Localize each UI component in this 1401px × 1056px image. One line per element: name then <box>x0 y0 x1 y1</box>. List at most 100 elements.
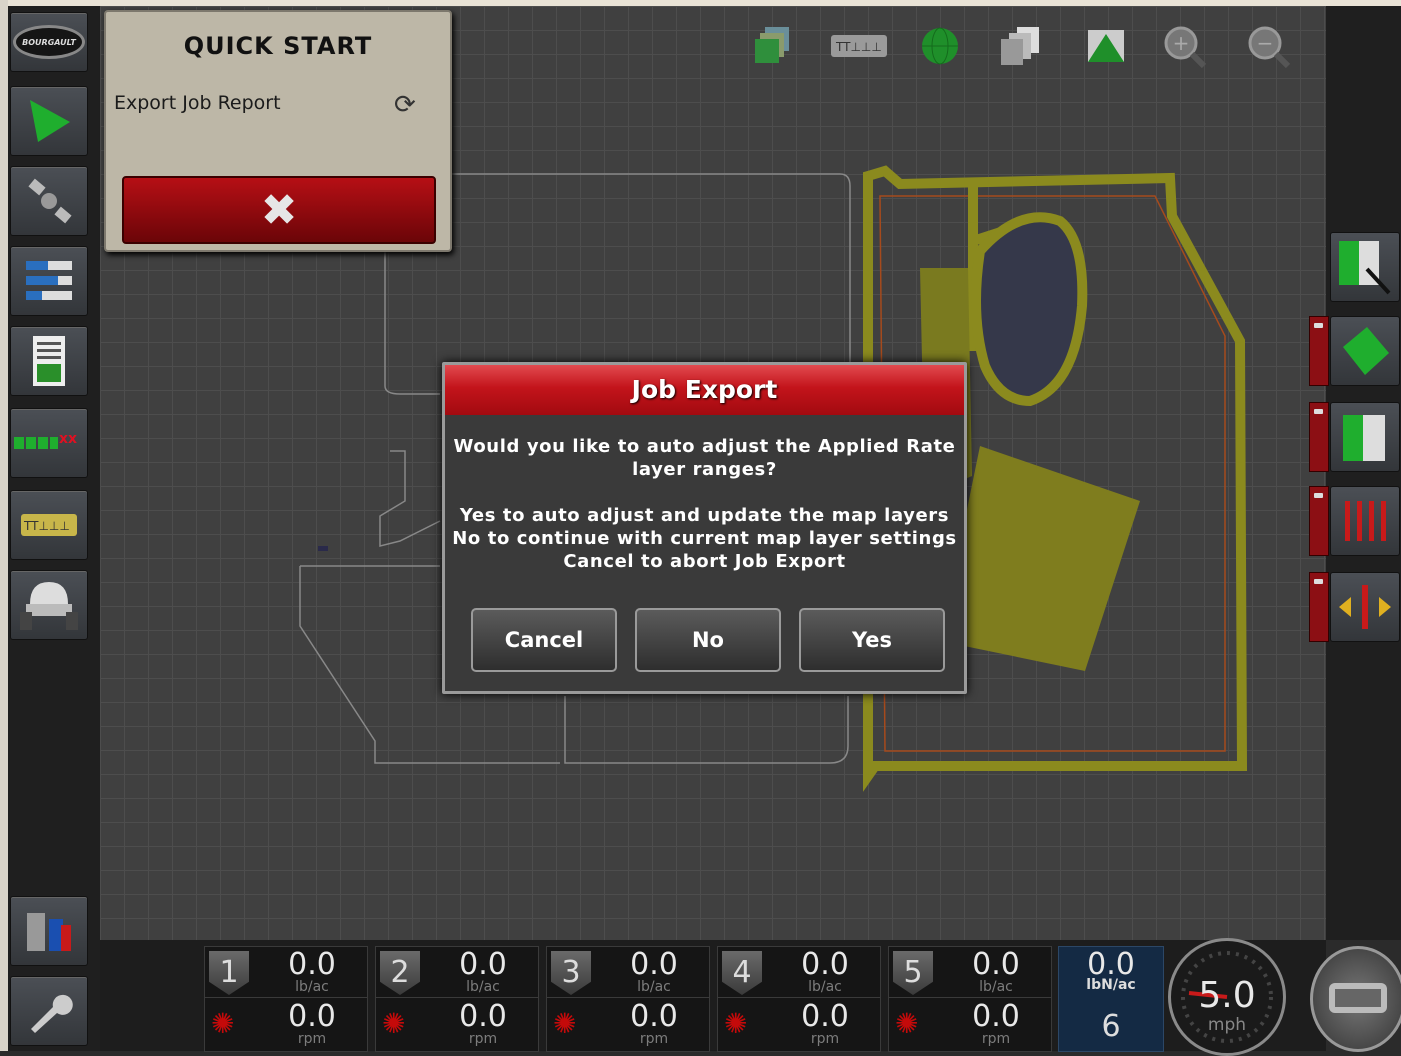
rate-summary-box[interactable]: 0.0 lbN/ac 6 <box>1058 946 1164 1052</box>
layers-list-icon <box>26 261 72 300</box>
meter-gear-icon: ✺ <box>724 1007 748 1040</box>
meter-gear-icon: ✺ <box>211 1007 235 1040</box>
speed-value: 5.0 <box>1198 975 1256 1016</box>
rate-summary-unit: lbN/ac <box>1086 977 1136 993</box>
section-5[interactable]: 5 0.0 lb/ac ✺ 0.0 rpm <box>888 946 1052 1052</box>
svg-text:TT⊥⊥⊥: TT⊥⊥⊥ <box>835 40 882 54</box>
section-rate: 0.0 <box>288 947 336 982</box>
quick-start-panel: QUICK START Export Job Report ⟳ ✖ <box>104 10 452 252</box>
swath-shift-icon <box>1339 585 1391 629</box>
svg-text:−: − <box>1257 31 1274 55</box>
map-legend-icon <box>1339 241 1391 295</box>
section-speed: 0.0 <box>459 999 507 1034</box>
gps-button[interactable] <box>10 166 88 236</box>
implement-lift-button[interactable] <box>1310 946 1401 1052</box>
swath-shift-button[interactable] <box>1330 572 1400 642</box>
tramline-tab[interactable] <box>1309 486 1329 556</box>
section-3[interactable]: 3 0.0 lb/ac ✺ 0.0 rpm <box>546 946 710 1052</box>
pages-icon[interactable] <box>996 22 1044 70</box>
satellite-icon <box>28 178 72 224</box>
headland-tab[interactable] <box>1309 402 1329 472</box>
vehicle-icon <box>20 582 78 630</box>
svg-text:+: + <box>1173 31 1190 55</box>
tramline-icon <box>1345 501 1386 541</box>
section-rate: 0.0 <box>630 947 678 982</box>
section-number: 1 <box>209 951 249 995</box>
brand-logo: BOURGAULT <box>10 12 88 72</box>
section-rate: 0.0 <box>459 947 507 982</box>
section-rate: 0.0 <box>972 947 1020 982</box>
section-rate-unit: lb/ac <box>466 979 500 995</box>
speedometer[interactable]: 5.0 mph <box>1168 938 1286 1056</box>
layer-stack-icon[interactable] <box>750 22 798 70</box>
section-number: 5 <box>893 951 933 995</box>
headland-icon <box>1343 415 1385 461</box>
cancel-button[interactable]: Cancel <box>471 608 617 672</box>
dialog-info-line2: No to continue with current map layer se… <box>452 528 957 549</box>
data-transfer-icon <box>27 913 71 951</box>
yes-button[interactable]: Yes <box>799 608 945 672</box>
section-speed: 0.0 <box>288 999 336 1034</box>
report-document-icon <box>33 336 65 386</box>
globe-view-icon[interactable] <box>916 22 964 70</box>
implement-sections-icon[interactable]: TT⊥⊥⊥ <box>830 22 888 70</box>
layers-button[interactable] <box>10 246 88 316</box>
headland-button[interactable] <box>1330 402 1400 472</box>
dialog-info-line3: Cancel to abort Job Export <box>563 551 846 572</box>
quick-start-close-button[interactable]: ✖ <box>122 176 436 244</box>
section-number: 4 <box>722 951 762 995</box>
section-rate-unit: lb/ac <box>295 979 329 995</box>
section-speed: 0.0 <box>630 999 678 1034</box>
dialog-info-line1: Yes to auto adjust and update the map la… <box>459 505 950 526</box>
section-speed-unit: rpm <box>981 1031 1011 1047</box>
section-control-button[interactable]: xx <box>10 408 88 478</box>
quick-start-title: QUICK START <box>183 32 373 60</box>
section-control-label: xx <box>59 431 78 447</box>
section-rate: 0.0 <box>801 947 849 982</box>
report-button[interactable] <box>10 326 88 396</box>
job-export-dialog: Job Export Would you like to auto adjust… <box>442 362 967 694</box>
dialog-message: Would you like to auto adjust the Applie… <box>445 435 964 573</box>
settings-button[interactable] <box>10 976 88 1046</box>
section-number: 3 <box>551 951 591 995</box>
section-number: 2 <box>380 951 420 995</box>
section-speed: 0.0 <box>972 999 1020 1034</box>
section-1[interactable]: 1 0.0 lb/ac ✺ 0.0 rpm <box>204 946 368 1052</box>
section-speed-unit: rpm <box>810 1031 840 1047</box>
map-legend-button[interactable] <box>1330 232 1400 302</box>
section-speed-unit: rpm <box>468 1031 498 1047</box>
svg-text:TT⊥⊥⊥: TT⊥⊥⊥ <box>23 519 70 533</box>
section-speed-unit: rpm <box>297 1031 327 1047</box>
zoom-in-icon[interactable]: + <box>1160 22 1208 70</box>
meter-gear-icon: ✺ <box>553 1007 577 1040</box>
section-speed: 0.0 <box>801 999 849 1034</box>
right-sidebar <box>1326 6 1401 940</box>
section-speed-unit: rpm <box>639 1031 669 1047</box>
meter-gear-icon: ✺ <box>382 1007 406 1040</box>
section-2[interactable]: 2 0.0 lb/ac ✺ 0.0 rpm <box>375 946 539 1052</box>
swath-shift-tab[interactable] <box>1309 572 1329 642</box>
logo-text: BOURGAULT <box>13 25 85 59</box>
no-button[interactable]: No <box>635 608 781 672</box>
wrench-settings-icon <box>31 994 73 1033</box>
field-boundary-icon <box>1343 327 1389 375</box>
tramline-button[interactable] <box>1330 486 1400 556</box>
implement-lift-icon <box>1329 983 1387 1013</box>
section-4[interactable]: 4 0.0 lb/ac ✺ 0.0 rpm <box>717 946 881 1052</box>
export-job-report-label: Export Job Report <box>114 92 281 114</box>
dialog-title: Job Export <box>445 365 964 415</box>
zoom-out-icon[interactable]: − <box>1244 22 1292 70</box>
section-rate-unit: lb/ac <box>637 979 671 995</box>
meter-gear-icon: ✺ <box>895 1007 919 1040</box>
speed-unit: mph <box>1207 1015 1247 1035</box>
field-boundary-button[interactable] <box>1330 316 1400 386</box>
implement-config-icon: TT⊥⊥⊥ <box>21 514 77 536</box>
section-rate-unit: lb/ac <box>979 979 1013 995</box>
field-boundary-tab[interactable] <box>1309 316 1329 386</box>
implement-button[interactable]: TT⊥⊥⊥ <box>10 490 88 560</box>
vehicle-button[interactable] <box>10 570 88 640</box>
terrain-view-icon[interactable] <box>1082 22 1130 70</box>
data-transfer-button[interactable] <box>10 896 88 966</box>
rate-summary-count: 6 <box>1101 1009 1121 1044</box>
guidance-button[interactable] <box>10 86 88 156</box>
